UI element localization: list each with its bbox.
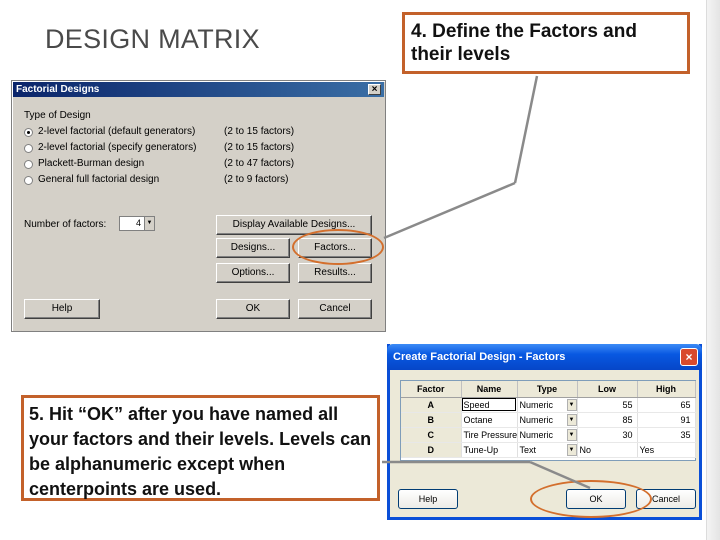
- connector-line-top-b: [383, 181, 516, 240]
- connector-line-bottom-b: [529, 460, 591, 490]
- connector-line-top-a: [513, 75, 539, 184]
- connector-lines: [382, 75, 591, 490]
